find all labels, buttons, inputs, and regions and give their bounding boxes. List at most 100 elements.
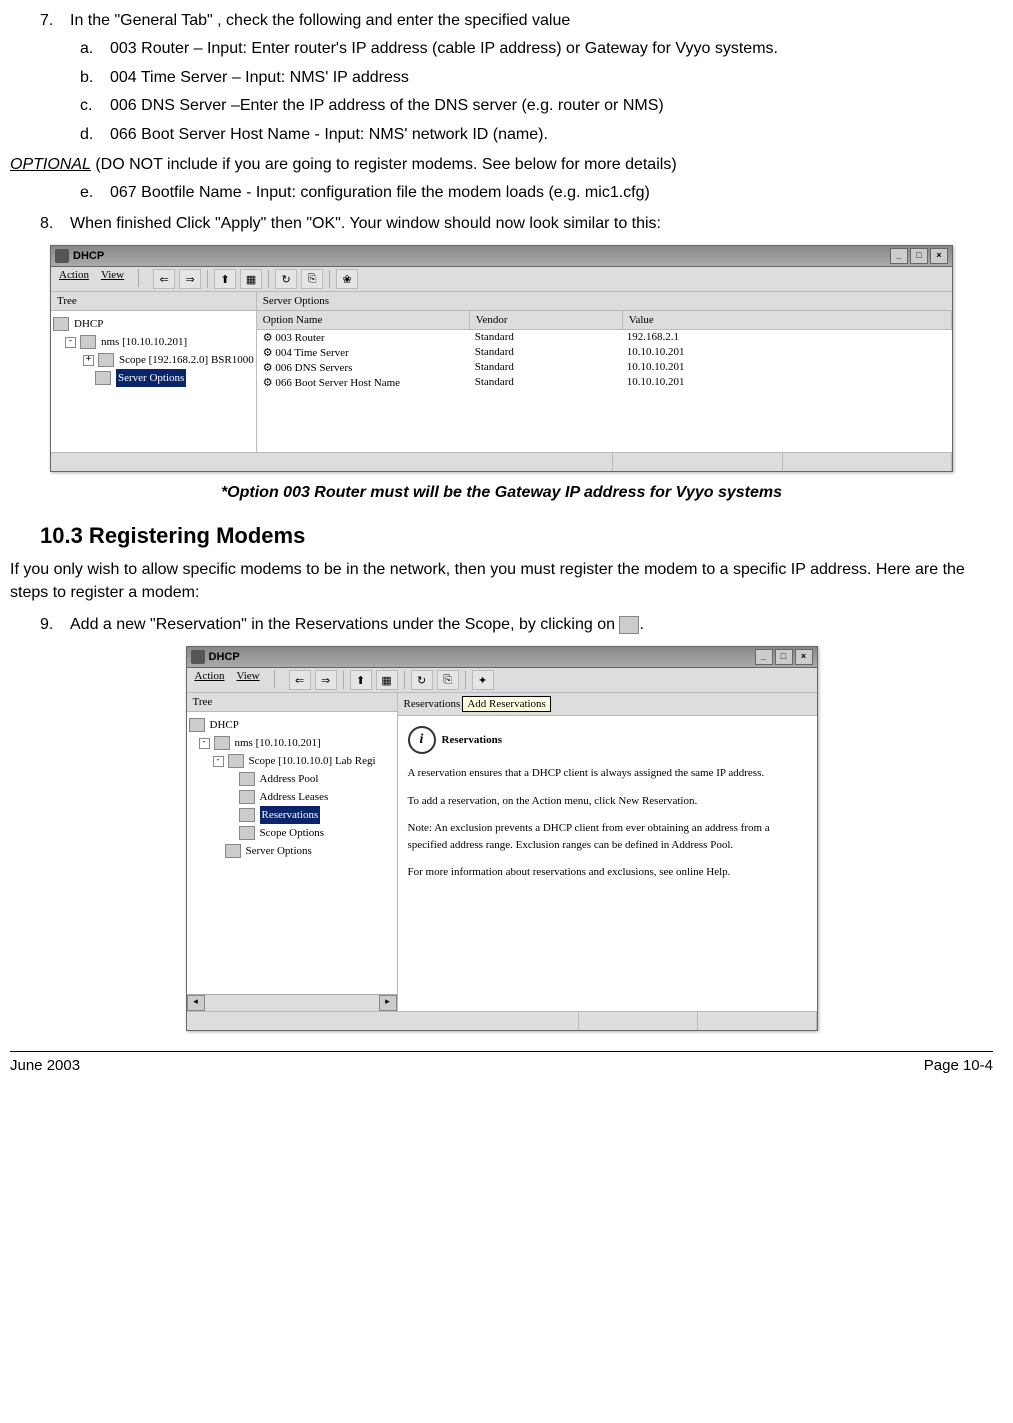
folder-icon <box>239 790 255 804</box>
column-headers: Option Name Vendor Value <box>257 311 952 330</box>
content-pane: ReservationsAdd Reservations iReservatio… <box>398 693 817 1011</box>
table-row[interactable]: ⚙ 066 Boot Server Host NameStandard10.10… <box>257 375 952 390</box>
collapse-icon[interactable]: - <box>65 337 76 348</box>
step-7: 7.In the "General Tab" , check the follo… <box>70 10 993 146</box>
expand-icon[interactable]: + <box>83 355 94 366</box>
titlebar: DHCP _ □ × <box>51 246 952 267</box>
settings-button[interactable]: ❀ <box>336 269 358 289</box>
scroll-right-icon[interactable]: ▸ <box>379 995 397 1011</box>
collapse-icon[interactable]: - <box>213 756 224 767</box>
close-button[interactable]: × <box>930 248 948 264</box>
menu-action[interactable]: Action <box>59 269 89 289</box>
dhcp-icon <box>189 718 205 732</box>
refresh-button[interactable]: ↻ <box>275 269 297 289</box>
options-icon <box>239 826 255 840</box>
tree-address-pool[interactable]: Address Pool <box>189 770 395 788</box>
export-button[interactable]: ⎘ <box>301 269 323 289</box>
tree-tab[interactable]: Tree <box>187 693 397 712</box>
page-footer: June 2003 Page 10-4 <box>10 1051 993 1076</box>
tree-address-leases[interactable]: Address Leases <box>189 788 395 806</box>
menu-view[interactable]: View <box>236 670 259 690</box>
up-button[interactable]: ⬆ <box>214 269 236 289</box>
dhcp-window-2: DHCP _ □ × Action View ⇐ ⇒ ⬆ ▦ ↻ ⎘ ✦ Tre… <box>186 646 818 1031</box>
export-button[interactable]: ⎘ <box>437 670 459 690</box>
server-icon <box>80 335 96 349</box>
step-7d: d.066 Boot Server Host Name - Input: NMS… <box>110 124 993 146</box>
app-icon <box>55 249 69 263</box>
tree-tab[interactable]: Tree <box>51 292 256 311</box>
tree-server-options[interactable]: Server Options <box>189 842 395 860</box>
pane-title: Server Options <box>257 292 952 311</box>
minimize-button[interactable]: _ <box>890 248 908 264</box>
tree-nms[interactable]: -nms [10.10.10.201] <box>189 734 395 752</box>
back-button[interactable]: ⇐ <box>153 269 175 289</box>
menu-view[interactable]: View <box>101 269 124 289</box>
list-button[interactable]: ▦ <box>240 269 262 289</box>
footer-date: June 2003 <box>10 1055 80 1076</box>
step-7b: b.004 Time Server – Input: NMS' IP addre… <box>110 67 993 89</box>
forward-button[interactable]: ⇒ <box>315 670 337 690</box>
folder-icon <box>98 353 114 367</box>
app-icon <box>191 650 205 664</box>
tree-pane: Tree DHCP -nms [10.10.10.201] +Scope [19… <box>51 292 257 452</box>
content-heading: iReservations <box>408 726 807 754</box>
back-button[interactable]: ⇐ <box>289 670 311 690</box>
window-title: DHCP <box>73 250 104 262</box>
tree-nms[interactable]: -nms [10.10.10.201] <box>53 333 254 351</box>
folder-icon <box>239 772 255 786</box>
up-button[interactable]: ⬆ <box>350 670 372 690</box>
tree-root[interactable]: DHCP <box>189 716 395 734</box>
close-button[interactable]: × <box>795 649 813 665</box>
footer-page: Page 10-4 <box>924 1055 993 1076</box>
tooltip: Add Reservations <box>462 696 551 712</box>
step-8: 8.When finished Click "Apply" then "OK".… <box>70 213 993 235</box>
collapse-icon[interactable]: - <box>199 738 210 749</box>
horizontal-scrollbar[interactable]: ◂▸ <box>187 994 397 1011</box>
folder-icon <box>239 808 255 822</box>
window-title: DHCP <box>209 651 240 663</box>
tree-scope[interactable]: -Scope [10.10.10.0] Lab Regi <box>189 752 395 770</box>
menu-action[interactable]: Action <box>195 670 225 690</box>
col-value[interactable]: Value <box>623 311 952 329</box>
tree-reservations[interactable]: Reservations <box>189 806 395 824</box>
server-icon <box>214 736 230 750</box>
scroll-left-icon[interactable]: ◂ <box>187 995 205 1011</box>
forward-button[interactable]: ⇒ <box>179 269 201 289</box>
tree-scope-options[interactable]: Scope Options <box>189 824 395 842</box>
tree-root[interactable]: DHCP <box>53 315 254 333</box>
help-text: Note: An exclusion prevents a DHCP clien… <box>408 820 807 853</box>
minimize-button[interactable]: _ <box>755 649 773 665</box>
caption-note: *Option 003 Router must will be the Gate… <box>10 482 993 504</box>
table-row[interactable]: ⚙ 004 Time ServerStandard10.10.10.201 <box>257 345 952 360</box>
pane-title: ReservationsAdd Reservations <box>398 693 817 716</box>
maximize-button[interactable]: □ <box>775 649 793 665</box>
maximize-button[interactable]: □ <box>910 248 928 264</box>
dhcp-icon <box>53 317 69 331</box>
options-icon <box>225 844 241 858</box>
info-icon: i <box>408 726 436 754</box>
table-row[interactable]: ⚙ 006 DNS ServersStandard10.10.10.201 <box>257 360 952 375</box>
status-bar <box>51 452 952 471</box>
optional-line: OPTIONAL (DO NOT include if you are goin… <box>10 154 993 176</box>
refresh-button[interactable]: ↻ <box>411 670 433 690</box>
col-option[interactable]: Option Name <box>257 311 470 329</box>
tree-scope[interactable]: +Scope [192.168.2.0] BSR1000 <box>53 351 254 369</box>
menu-bar: Action View ⇐ ⇒ ⬆ ▦ ↻ ⎘ ✦ <box>187 668 817 693</box>
add-reservation-icon <box>619 616 639 634</box>
col-vendor[interactable]: Vendor <box>470 311 623 329</box>
dhcp-window-1: DHCP _ □ × Action View ⇐ ⇒ ⬆ ▦ ↻ ⎘ ❀ Tre… <box>50 245 953 472</box>
section-heading: 10.3 Registering Modems <box>40 521 993 552</box>
list-pane: Server Options Option Name Vendor Value … <box>257 292 952 452</box>
step-7-text: In the "General Tab" , check the followi… <box>70 12 570 29</box>
step-9: 9.Add a new "Reservation" in the Reserva… <box>70 614 993 636</box>
step-7c: c.006 DNS Server –Enter the IP address o… <box>110 95 993 117</box>
options-icon <box>95 371 111 385</box>
help-text: For more information about reservations … <box>408 864 807 881</box>
tree-server-options[interactable]: Server Options <box>53 369 254 387</box>
titlebar: DHCP _ □ × <box>187 647 817 668</box>
add-button[interactable]: ✦ <box>472 670 494 690</box>
list-button[interactable]: ▦ <box>376 670 398 690</box>
table-row[interactable]: ⚙ 003 RouterStandard192.168.2.1 <box>257 330 952 345</box>
help-text: A reservation ensures that a DHCP client… <box>408 765 807 782</box>
menu-bar: Action View ⇐ ⇒ ⬆ ▦ ↻ ⎘ ❀ <box>51 267 952 292</box>
